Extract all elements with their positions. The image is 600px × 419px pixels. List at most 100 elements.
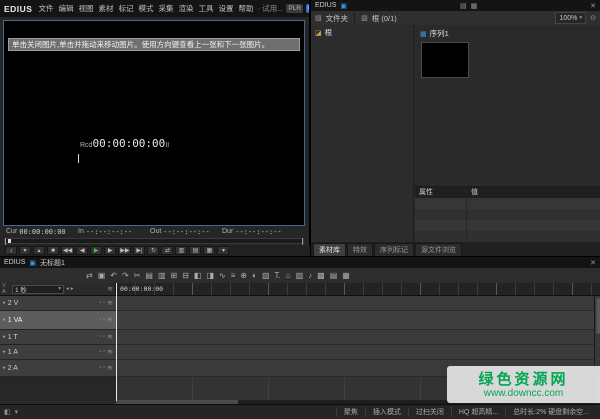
folder-tree-icon[interactable]: ▧ xyxy=(361,14,368,22)
menu-item[interactable]: 工具 xyxy=(197,3,214,14)
toolbar-icon-redo[interactable]: ↷ xyxy=(122,268,129,283)
sync-lock-icon[interactable]: ≋ xyxy=(107,364,113,372)
track-header-2v[interactable]: ▸ 2 V ▫ ▫ ≋ xyxy=(0,296,116,311)
transport-button-more[interactable]: ▾ xyxy=(217,246,229,255)
track-header-2a[interactable]: ▸ 2 A ▫ ▫ ≋ xyxy=(0,360,116,377)
toolbar-icon-panel-layout-2[interactable]: ▦ xyxy=(342,268,350,283)
toolbar-icon-transition[interactable]: ◐ xyxy=(252,268,257,283)
transport-button-export[interactable]: ▤ xyxy=(189,246,201,255)
toolbar-icon-trim-in[interactable]: ◧ xyxy=(194,268,202,283)
toolbar-icon-title-tool[interactable]: T. xyxy=(275,268,281,283)
property-name-column[interactable]: 属性 xyxy=(415,187,467,198)
toolbar-icon-undo[interactable]: ↶ xyxy=(110,268,117,283)
track-lock-icon[interactable]: ▫ xyxy=(99,365,101,371)
toolbar-icon-export[interactable]: ▨ xyxy=(296,268,304,283)
track-header-1a[interactable]: ▸ 1 A ▫ ▫ ≋ xyxy=(0,345,116,360)
track-expand-icon[interactable]: ▸ xyxy=(3,365,6,371)
dock-icon[interactable]: ▤ xyxy=(460,2,467,10)
menu-item[interactable]: 设置 xyxy=(217,3,234,14)
rec-button[interactable]: REC xyxy=(306,4,309,13)
transport-button-multicam[interactable]: ▦ xyxy=(203,246,215,255)
track-mute-icon[interactable]: ▫ xyxy=(103,300,105,306)
transport-button-jump-out[interactable]: ▴ xyxy=(33,246,45,255)
transport-button-next-edit[interactable]: ▶| xyxy=(133,246,145,255)
track-expand-icon[interactable]: ▸ xyxy=(3,317,6,323)
timeline-ruler[interactable]: 00:00:00:00 xyxy=(116,283,600,295)
menu-item[interactable]: 文件 xyxy=(37,3,54,14)
transport-button-stop[interactable]: ■ xyxy=(47,246,59,255)
track-header-1va[interactable]: ▸ 1 VA ▫ ▫ ≋ xyxy=(0,311,116,330)
toolbar-icon-voice-over[interactable]: ♪ xyxy=(308,268,312,283)
tree-item-root[interactable]: ◪ 根 xyxy=(311,25,413,40)
tab-bin[interactable]: 素材库 xyxy=(313,243,346,256)
thumbnail-zoom-select[interactable]: 100% ▾ xyxy=(555,12,586,24)
property-row[interactable] xyxy=(415,209,600,220)
tab-source-browser[interactable]: 源文件浏览 xyxy=(415,243,462,256)
status-icon-options[interactable]: ▾ xyxy=(15,408,19,416)
close-icon[interactable]: ✕ xyxy=(590,2,596,10)
transport-button-loop[interactable]: ↻ xyxy=(147,246,159,255)
toolbar-icon-render[interactable]: ▧ xyxy=(262,268,270,283)
menu-item[interactable]: 帮助 xyxy=(237,3,254,14)
folder-up-icon[interactable]: ▨ xyxy=(315,14,322,22)
transport-button-fast-forward[interactable]: ▶▶ xyxy=(118,246,131,255)
track-lane-1va[interactable] xyxy=(116,311,594,330)
toolbar-icon-save[interactable]: ▣ xyxy=(98,268,106,283)
toolbar-icon-cut[interactable]: ✂ xyxy=(134,268,141,283)
audio-patch-label[interactable]: A xyxy=(2,289,10,295)
toolbar-icon-home[interactable]: ⌂ xyxy=(286,268,291,283)
toolbar-icon-insert[interactable]: ⊞ xyxy=(171,268,178,283)
transport-button-next-frame[interactable]: ▶ xyxy=(104,246,116,255)
track-lane-2v[interactable] xyxy=(116,296,594,311)
menu-item[interactable]: 素材 xyxy=(97,3,114,14)
toolbar-icon-toggle-mode[interactable]: ⇄ xyxy=(86,268,93,283)
toolbar-icon-copy[interactable]: ▤ xyxy=(145,268,153,283)
preview-monitor[interactable]: 单击关闭图片,单击并拖动来移动图片。使用方向键查看上一张和下一张图片。 Rcd0… xyxy=(3,20,305,226)
position-handle[interactable] xyxy=(8,239,11,243)
track-lock-icon[interactable]: ▫ xyxy=(99,349,101,355)
transport-button-prev-frame[interactable]: ◀ xyxy=(76,246,88,255)
menu-item[interactable]: 编辑 xyxy=(57,3,74,14)
property-row[interactable] xyxy=(415,198,600,209)
tab-sequence-marker[interactable]: 序列标记 xyxy=(374,243,414,256)
toolbar-icon-effects[interactable]: ≡ xyxy=(231,268,236,283)
property-value-column[interactable]: 值 xyxy=(467,187,600,198)
menu-item[interactable]: 视图 xyxy=(77,3,94,14)
track-mute-icon[interactable]: ▫ xyxy=(103,334,105,340)
track-lock-icon[interactable]: ▫ xyxy=(99,317,101,323)
scale-zoom-in-icon[interactable]: ▸ xyxy=(71,286,74,292)
track-mute-icon[interactable]: ▫ xyxy=(103,317,105,323)
tab-effects[interactable]: 特效 xyxy=(347,243,373,256)
track-mute-icon[interactable]: ▫ xyxy=(103,365,105,371)
clip-item[interactable]: ▦ 序列1 xyxy=(415,25,600,42)
toolbar-icon-paste[interactable]: ▥ xyxy=(158,268,166,283)
time-scale-select[interactable]: 1 秒 ▾ xyxy=(12,285,64,294)
menu-item[interactable]: 采集 xyxy=(157,3,174,14)
property-row[interactable] xyxy=(415,231,600,242)
track-lock-icon[interactable]: ▫ xyxy=(99,300,101,306)
track-header-1t[interactable]: ▸ 1 T ▫ ▫ ≋ xyxy=(0,330,116,345)
toolbar-icon-add-clip[interactable]: ⊕ xyxy=(240,268,247,283)
transport-button-play-around[interactable]: ⇄ xyxy=(161,246,173,255)
track-expand-icon[interactable]: ▸ xyxy=(3,300,6,306)
track-mute-icon[interactable]: ▫ xyxy=(103,349,105,355)
menu-item[interactable]: 标记 xyxy=(117,3,134,14)
toolbar-icon-grid[interactable]: ▩ xyxy=(317,268,325,283)
track-lane-1t[interactable] xyxy=(116,330,594,345)
transport-button-rewind[interactable]: ◀◀ xyxy=(61,246,74,255)
toolbar-icon-remove[interactable]: ⊟ xyxy=(182,268,189,283)
float-icon[interactable]: ▦ xyxy=(471,2,478,10)
close-icon[interactable]: ✕ xyxy=(590,259,596,267)
property-row[interactable] xyxy=(415,220,600,231)
plr-button[interactable]: PLR xyxy=(286,4,303,13)
track-lock-icon[interactable]: ▫ xyxy=(99,334,101,340)
track-expand-icon[interactable]: ▸ xyxy=(3,334,6,340)
sync-lock-icon[interactable]: ≋ xyxy=(107,316,113,324)
toolbar-icon-trim-out[interactable]: ◨ xyxy=(206,268,214,283)
transport-button-volume[interactable]: ♪ xyxy=(5,246,17,255)
scale-zoom-out-icon[interactable]: ◂ xyxy=(66,286,69,292)
bin-content-area[interactable]: ▦ 序列1 xyxy=(415,25,600,186)
track-expand-icon[interactable]: ▸ xyxy=(3,349,6,355)
menu-item[interactable]: 渲染 xyxy=(177,3,194,14)
sync-lock-icon[interactable]: ≋ xyxy=(107,299,113,307)
